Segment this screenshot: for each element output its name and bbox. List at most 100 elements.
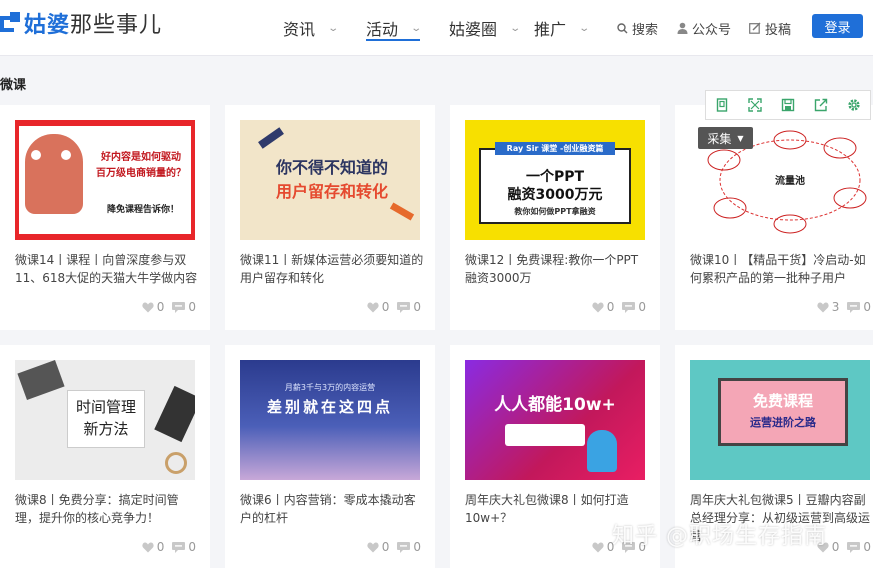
clip-page-button[interactable] — [706, 91, 739, 119]
comment-count[interactable]: 0 — [847, 540, 871, 554]
thumb-caption: 新方法 — [83, 420, 129, 438]
thumb-caption: 运营进阶之路 — [750, 416, 816, 429]
heart-icon — [592, 542, 604, 552]
chevron-down-icon: ⌄ — [327, 22, 340, 34]
collect-label: 采集 — [707, 131, 732, 146]
comment-icon — [847, 301, 861, 313]
share-button[interactable] — [804, 91, 837, 119]
like-count[interactable]: 0 — [142, 540, 164, 554]
heart-icon — [142, 302, 154, 312]
comment-count[interactable]: 0 — [172, 300, 196, 314]
site-header: 姑婆 那些事儿 资讯 ⌄ 活动 ⌄ 姑婆圈 ⌄ 推广 ⌄ 搜索 公众号 投稿 登… — [0, 0, 873, 56]
course-title[interactable]: 微课14丨课程丨向曾深度参与双11、618大促的天猫大牛学做内容 — [15, 251, 200, 287]
course-thumbnail[interactable]: 月薪3千与3万的内容运营 差别就在这四点 — [240, 360, 420, 480]
comment-number: 0 — [863, 300, 871, 314]
like-count[interactable]: 0 — [367, 540, 390, 554]
logo-sub-text: 那些事儿 — [70, 13, 163, 38]
course-title[interactable]: 微课10丨【精品干货】冷启动-如何累积产品的第一批种子用户 — [690, 251, 873, 287]
thumb-caption: Ray Sir 课堂 -创业融资篇 — [495, 142, 615, 155]
heart-icon — [817, 302, 829, 312]
course-thumbnail[interactable]: 时间管理 新方法 — [15, 360, 195, 480]
heart-icon — [142, 542, 154, 552]
chevron-down-icon: ⌄ — [509, 22, 522, 34]
comment-icon — [397, 541, 411, 553]
card-stats: 3 0 — [809, 300, 871, 314]
nav-label: 活动 — [366, 20, 399, 39]
course-title[interactable]: 微课6丨内容营销：零成本撬动客户的杠杆 — [240, 491, 425, 527]
like-count[interactable]: 0 — [367, 300, 389, 314]
nav-item-news[interactable]: 资讯 ⌄ — [283, 0, 340, 56]
submit-link[interactable]: 投稿 — [749, 0, 791, 56]
chevron-down-icon: ⌄ — [578, 22, 591, 34]
course-card[interactable]: 时间管理 新方法 微课8丨免费分享：搞定时间管理，提升你的核心竞争力！ 0 0 — [0, 345, 210, 568]
card-stats: 0 0 — [134, 540, 196, 554]
course-title[interactable]: 微课12丨免费课程:教你一个PPT融资3000万 — [465, 251, 650, 287]
comment-number: 0 — [413, 300, 421, 314]
collect-dropdown[interactable]: 采集 ▼ — [698, 127, 753, 149]
course-thumbnail[interactable]: 好内容是如何驱动 百万级电商销量的？ 降免课程告诉你！ — [15, 120, 195, 240]
thumb-caption: 降免课程告诉你！ — [106, 205, 179, 215]
like-count[interactable]: 0 — [142, 300, 165, 314]
save-button[interactable] — [772, 91, 805, 119]
watermark: 知乎 @职场生存指南 — [612, 524, 827, 549]
nav-label: 姑婆圈 — [449, 20, 498, 39]
comment-icon — [847, 541, 861, 553]
logo-icon — [0, 10, 22, 36]
nav-item-events[interactable]: 活动 ⌄ — [366, 0, 422, 56]
like-number: 0 — [831, 540, 840, 554]
comment-count[interactable]: 0 — [397, 540, 421, 554]
comment-number: 0 — [413, 540, 421, 554]
like-count[interactable]: 0 — [592, 300, 615, 314]
expand-icon — [748, 98, 762, 112]
thumb-caption: 月薪3千与3万的内容运营 — [284, 383, 376, 392]
like-count[interactable]: 0 — [592, 540, 614, 554]
like-number: 0 — [381, 540, 390, 554]
search-label: 搜索 — [632, 22, 659, 38]
course-card[interactable]: 你不得不知道的 用户留存和转化 微课11丨新媒体运营必须要知道的用户留存和转化 … — [225, 105, 435, 330]
settings-button[interactable] — [837, 91, 870, 119]
like-number: 0 — [606, 300, 615, 314]
comment-icon — [622, 301, 636, 313]
like-number: 3 — [831, 300, 840, 314]
nav-item-circle[interactable]: 姑婆圈 ⌄ — [449, 0, 522, 56]
comment-icon — [172, 301, 186, 313]
thumb-caption: 人人都能10w+ — [494, 395, 616, 415]
like-number: 0 — [156, 300, 165, 314]
fullscreen-button[interactable] — [739, 91, 772, 119]
course-title[interactable]: 微课11丨新媒体运营必须要知道的用户留存和转化 — [240, 251, 425, 287]
logo-main-text: 姑婆 — [24, 13, 71, 38]
comment-count[interactable]: 0 — [172, 540, 196, 554]
card-stats: 0 0 — [584, 300, 646, 314]
like-count[interactable]: 3 — [817, 300, 840, 314]
card-stats: 0 0 — [359, 540, 421, 554]
wechat-link[interactable]: 公众号 — [677, 0, 731, 56]
site-logo[interactable]: 姑婆 那些事儿 — [0, 8, 162, 38]
login-button[interactable]: 登录 — [812, 14, 863, 38]
clip-toolbar — [705, 90, 871, 120]
course-card[interactable]: Ray Sir 课堂 -创业融资篇 一个PPT 融资3000万元 教你如何做PP… — [450, 105, 660, 330]
thumb-caption: 差别就在这四点 — [266, 398, 393, 416]
nav-item-promotion[interactable]: 推广 ⌄ — [534, 0, 591, 56]
thumb-caption: 一个PPT — [525, 169, 585, 185]
course-thumbnail[interactable]: 人人都能10w+ — [465, 360, 645, 480]
nav-label: 推广 — [534, 20, 567, 39]
thumb-caption: 用户留存和转化 — [275, 182, 388, 201]
course-thumbnail[interactable]: Ray Sir 课堂 -创业融资篇 一个PPT 融资3000万元 教你如何做PP… — [465, 120, 645, 240]
comment-count[interactable]: 0 — [847, 300, 871, 314]
search-link[interactable]: 搜索 — [617, 0, 658, 56]
comment-count[interactable]: 0 — [622, 300, 646, 314]
card-stats: 0 0 — [359, 300, 421, 314]
section-title: 微课 — [0, 78, 27, 93]
comment-number: 0 — [863, 540, 871, 554]
thumb-caption: 你不得不知道的 — [275, 158, 388, 177]
save-icon — [781, 98, 795, 112]
course-card[interactable]: 好内容是如何驱动 百万级电商销量的？ 降免课程告诉你！ 微课14丨课程丨向曾深度… — [0, 105, 210, 330]
comment-count[interactable]: 0 — [397, 300, 421, 314]
thumb-caption: 好内容是如何驱动 — [101, 152, 181, 163]
edit-icon — [749, 22, 761, 34]
course-title[interactable]: 微课8丨免费分享：搞定时间管理，提升你的核心竞争力！ — [15, 491, 200, 527]
course-thumbnail[interactable]: 你不得不知道的 用户留存和转化 — [240, 120, 420, 240]
course-thumbnail[interactable]: 免费课程 运营进阶之路 — [690, 360, 870, 480]
comment-icon — [397, 301, 411, 313]
course-card[interactable]: 月薪3千与3万的内容运营 差别就在这四点 微课6丨内容营销：零成本撬动客户的杠杆… — [225, 345, 435, 568]
